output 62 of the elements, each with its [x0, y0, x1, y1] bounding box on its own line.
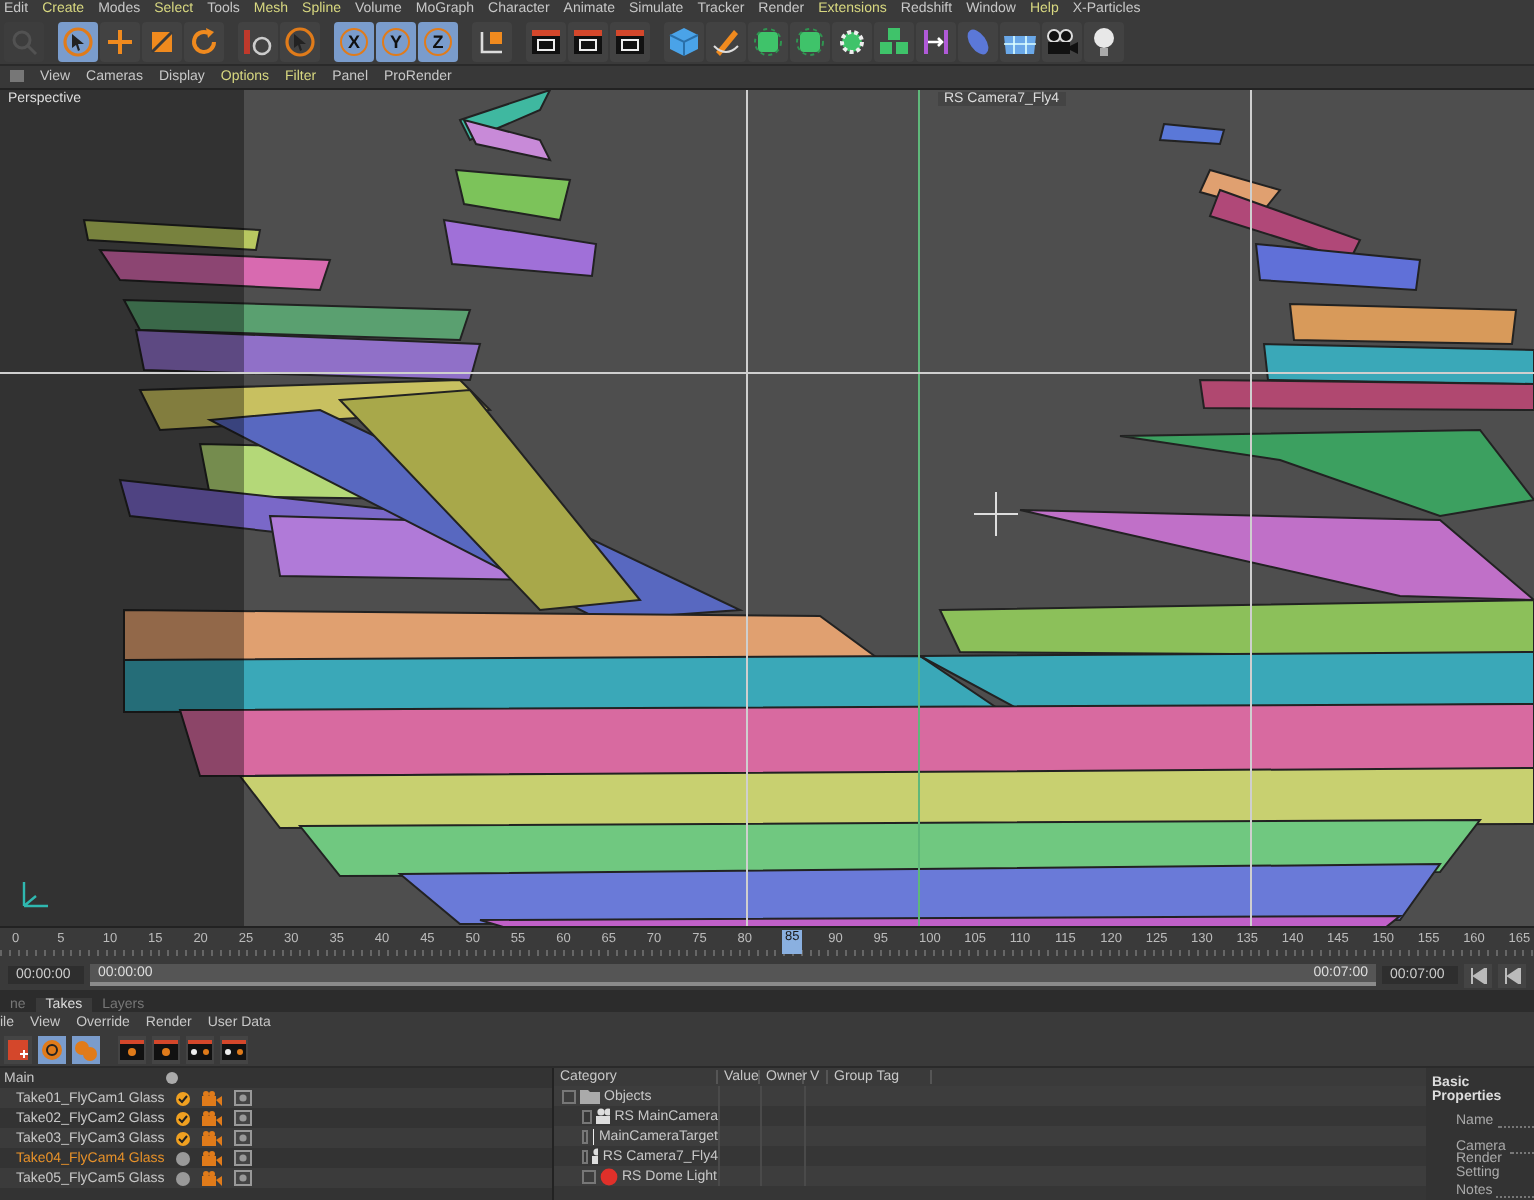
- axis-lock-button[interactable]: Y: [376, 21, 416, 62]
- clapperboard-icon: [530, 25, 562, 58]
- symmetry-icon: [920, 25, 952, 58]
- cube-icon: [794, 25, 826, 58]
- rotate-tool-button[interactable]: [184, 21, 224, 62]
- render-settings-icon[interactable]: [234, 1130, 252, 1146]
- auto-take-button[interactable]: [38, 1036, 66, 1064]
- bar-circle-icon: [242, 25, 274, 58]
- pen-icon: [710, 25, 742, 58]
- render-settings-icon[interactable]: [234, 1150, 252, 1166]
- clapper-tool-button[interactable]: [568, 21, 608, 62]
- clapper-tool-button[interactable]: [526, 21, 566, 62]
- live-tool-button[interactable]: [280, 21, 320, 62]
- cursor-icon: [62, 25, 94, 58]
- take-check[interactable]: [176, 1091, 190, 1105]
- cube-icon: [668, 25, 700, 58]
- take-check[interactable]: [176, 1111, 190, 1125]
- scale-tool-button[interactable]: [142, 21, 182, 62]
- capsule-icon: [962, 25, 994, 58]
- extrude-tool-button[interactable]: [790, 21, 830, 62]
- rotate-icon: [188, 25, 220, 58]
- panel-grip-icon: [10, 70, 24, 83]
- render-settings-icon[interactable]: [234, 1170, 252, 1186]
- gear-icon: [836, 25, 868, 58]
- axis-lock-button[interactable]: Z: [418, 21, 458, 62]
- move-tool-button[interactable]: [100, 21, 140, 62]
- go-to-start-button[interactable]: [1464, 963, 1492, 988]
- clapperboard-icon: [614, 25, 646, 58]
- previous-key-button[interactable]: [1498, 963, 1526, 988]
- clap-record-take-button[interactable]: [152, 1036, 180, 1064]
- psr-tool-button[interactable]: [238, 21, 278, 62]
- render-settings-icon[interactable]: [234, 1090, 252, 1106]
- gear-tool-button[interactable]: [832, 21, 872, 62]
- axis-lock-button[interactable]: X: [334, 21, 374, 62]
- clap-node-take-button[interactable]: [186, 1036, 214, 1064]
- light-tool-button[interactable]: [1084, 21, 1124, 62]
- add-take-button[interactable]: [4, 1036, 32, 1064]
- cluster-tool-button[interactable]: [874, 21, 914, 62]
- crosshair-icon: [974, 491, 1018, 536]
- select-tool-button[interactable]: [58, 21, 98, 62]
- light-icon: [600, 1167, 618, 1185]
- check-column-icon: [166, 1072, 178, 1084]
- take-check[interactable]: [176, 1131, 190, 1145]
- symmetry-tool-button[interactable]: [916, 21, 956, 62]
- cube-icon: [752, 25, 784, 58]
- take-check[interactable]: [176, 1171, 190, 1185]
- cursor-icon: [284, 25, 316, 58]
- clap-node-take-button[interactable]: [220, 1036, 248, 1064]
- subdivide-tool-button[interactable]: [748, 21, 788, 62]
- clapperboard-icon: [572, 25, 604, 58]
- render-settings-icon[interactable]: [234, 1110, 252, 1126]
- light-bulb-icon: [1088, 25, 1120, 58]
- cube-tool-button[interactable]: [664, 21, 704, 62]
- cubes-icon: [878, 25, 910, 58]
- take-check[interactable]: [176, 1151, 190, 1165]
- camera-tool-button[interactable]: [1042, 21, 1082, 62]
- coord-tool-button[interactable]: [472, 21, 512, 62]
- clapper-tool-button[interactable]: [610, 21, 650, 62]
- clap-record-take-button[interactable]: [118, 1036, 146, 1064]
- pen-tool-button[interactable]: [706, 21, 746, 62]
- floor-tool-button[interactable]: [1000, 21, 1040, 62]
- plus-icon: [104, 25, 136, 58]
